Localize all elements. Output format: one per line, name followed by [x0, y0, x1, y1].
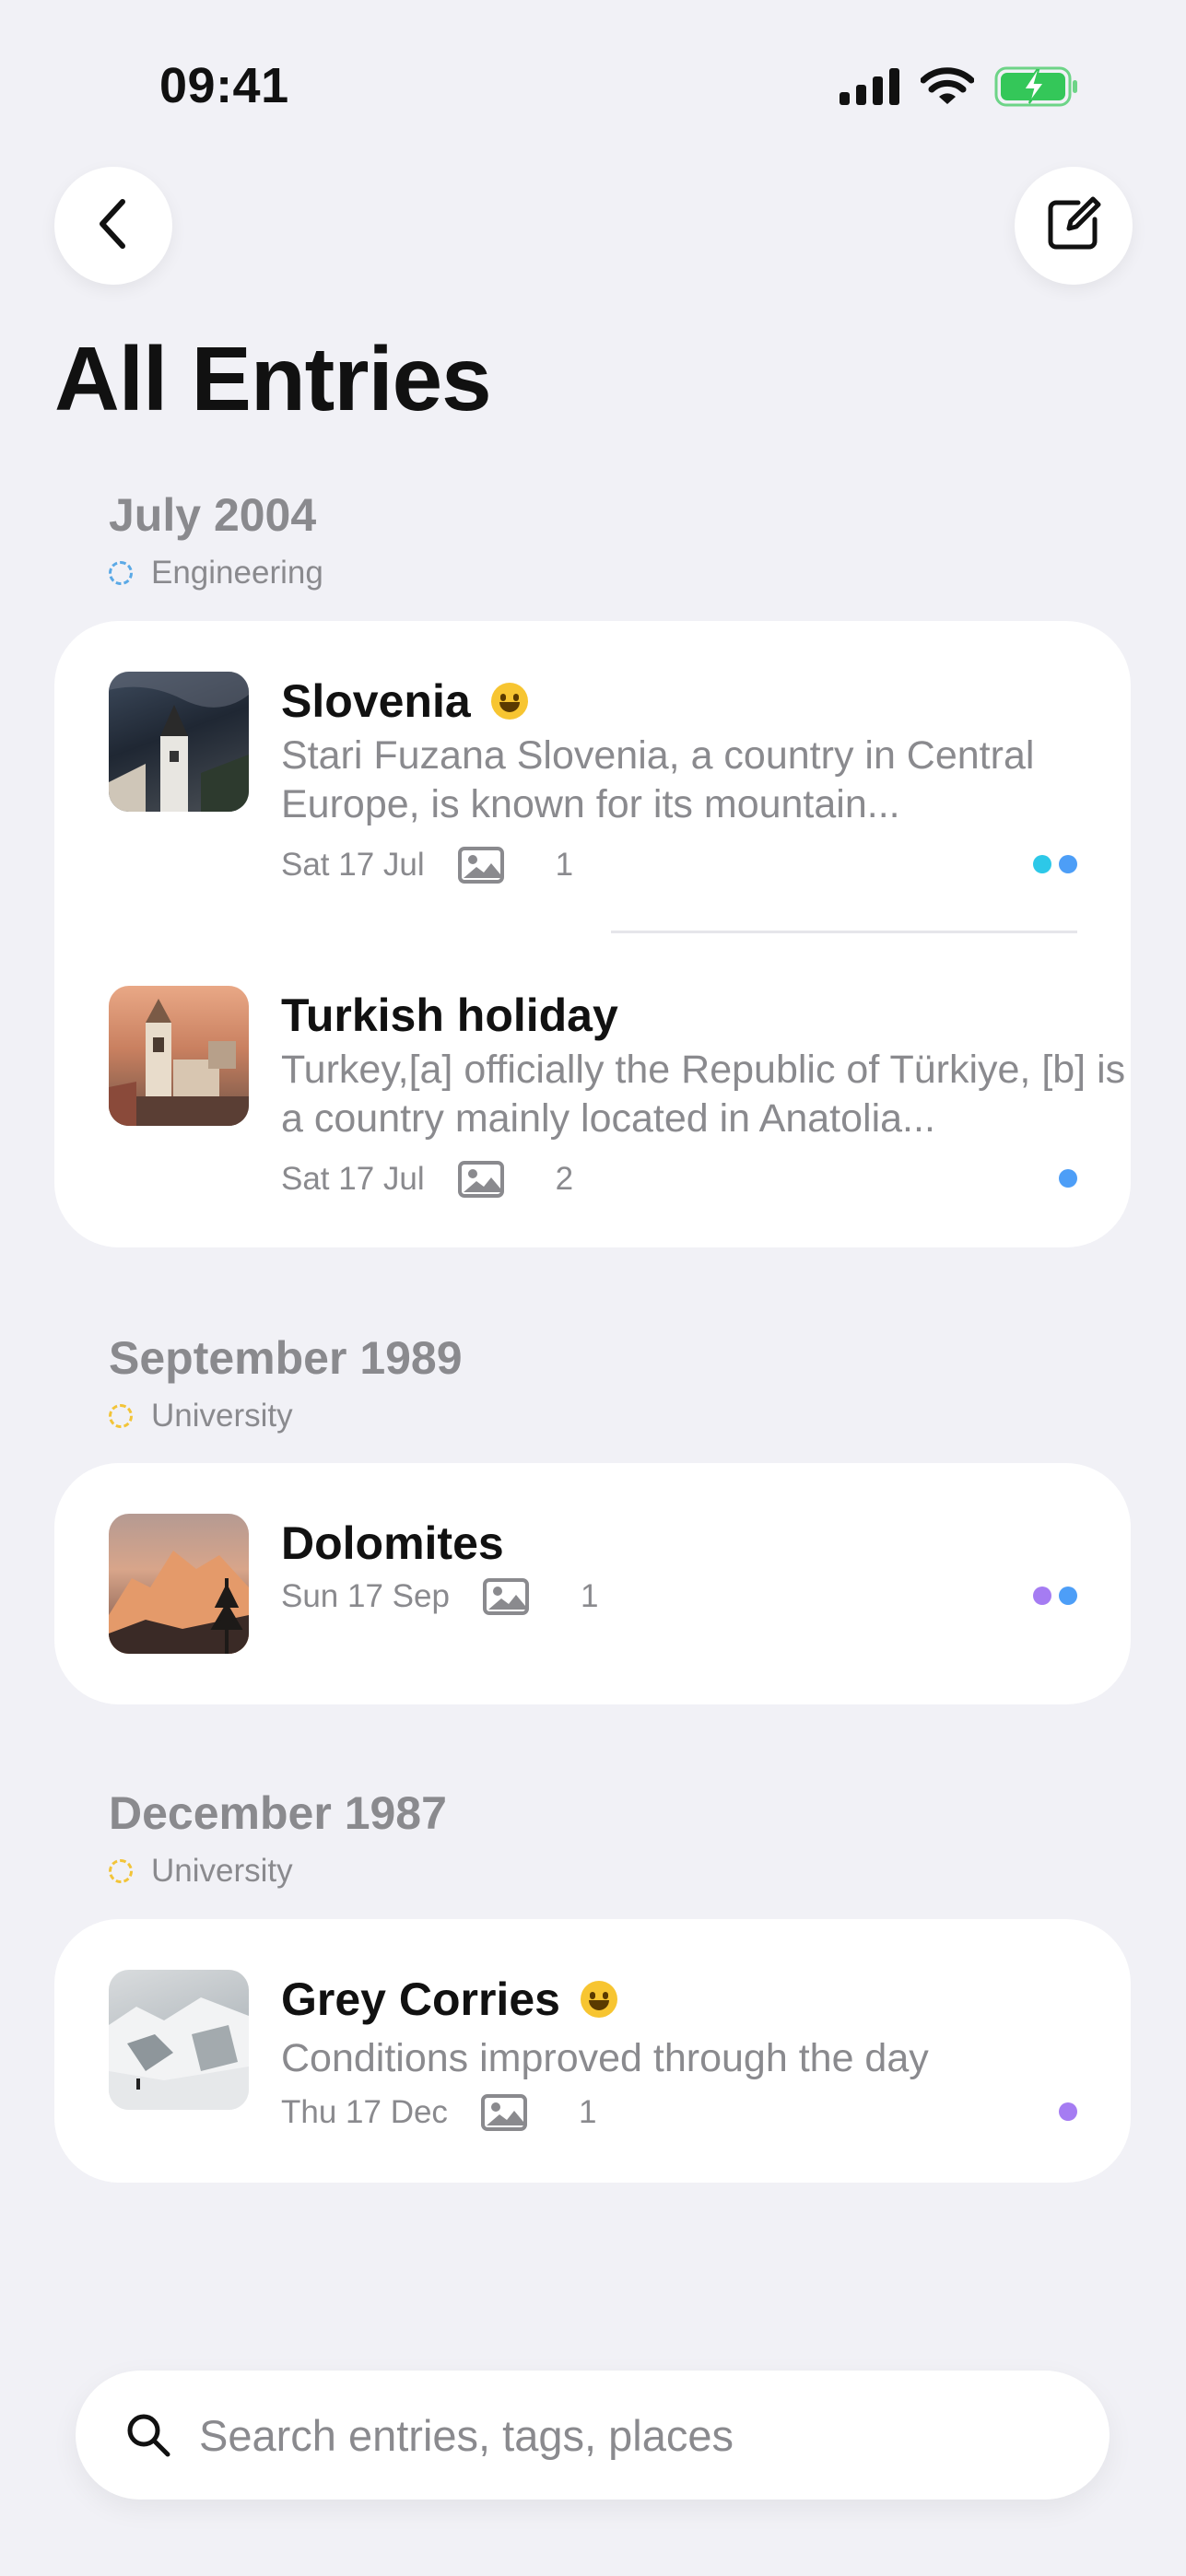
entry-meta: Sat 17 Jul 1 — [281, 847, 573, 884]
entries-card: Dolomites Sun 17 Sep 1 — [54, 1463, 1131, 1704]
entry-meta: Sat 17 Jul 2 — [281, 1161, 573, 1198]
group-month: July 2004 — [109, 489, 317, 541]
entries-card: Grey Corries Conditions improved through… — [54, 1919, 1131, 2183]
entry-thumbnail — [109, 1970, 249, 2110]
photo-count: 1 — [580, 1578, 599, 1614]
page-title: All Entries — [54, 328, 492, 429]
status-time: 09:41 — [159, 58, 289, 113]
entry-title: Grey Corries — [281, 1973, 560, 2025]
entries-card: Slovenia Stari Fuzana Slovenia, a countr… — [54, 621, 1131, 1247]
group-tag-label: University — [151, 1398, 293, 1434]
grinning-face-icon — [580, 1981, 617, 2018]
entry-thumbnail — [109, 1514, 249, 1654]
entry-title: Dolomites — [281, 1517, 504, 1569]
photo-icon — [457, 847, 504, 884]
compose-button[interactable] — [1015, 167, 1133, 285]
tag-dot — [1059, 855, 1077, 873]
status-icons — [840, 66, 1079, 111]
photo-count: 2 — [555, 1161, 574, 1197]
tag-ring-icon — [109, 1859, 133, 1883]
entry-date: Sat 17 Jul — [281, 847, 425, 883]
entry-title: Slovenia — [281, 675, 471, 727]
entry-title-row: Slovenia — [281, 674, 528, 728]
entry-thumbnail — [109, 986, 249, 1126]
group-tag-label: Engineering — [151, 555, 323, 591]
group-header: September 1989 University — [109, 1331, 463, 1434]
entry-title-row: Turkish holiday — [281, 989, 618, 1042]
tag-dots — [1033, 1587, 1077, 1605]
group-month: December 1987 — [109, 1787, 447, 1839]
group-tag[interactable]: Engineering — [109, 555, 323, 591]
photo-icon — [480, 2094, 527, 2131]
search-icon — [125, 2412, 171, 2458]
entry-snippet: Stari Fuzana Slovenia, a country in Cent… — [281, 733, 1035, 826]
group-tag-label: University — [151, 1853, 293, 1889]
entry-meta: Sun 17 Sep 1 — [281, 1578, 598, 1615]
tag-dot — [1059, 1587, 1077, 1605]
photo-icon — [457, 1161, 504, 1198]
entry-date: Sun 17 Sep — [281, 1578, 450, 1614]
entry-date: Thu 17 Dec — [281, 2094, 448, 2130]
wifi-icon — [920, 67, 975, 111]
tag-dot — [1059, 2102, 1077, 2121]
tag-dots — [1059, 1169, 1077, 1188]
tag-dots — [1059, 2102, 1077, 2121]
entry-meta: Thu 17 Dec 1 — [281, 2094, 596, 2131]
battery-charging-icon — [994, 66, 1079, 111]
divider — [611, 931, 1077, 933]
entry-title-row: Dolomites — [281, 1516, 504, 1570]
group-month: September 1989 — [109, 1332, 463, 1384]
tag-ring-icon — [109, 561, 133, 585]
chevron-left-icon — [91, 196, 135, 256]
group-header: December 1987 University — [109, 1786, 447, 1890]
group-tag[interactable]: University — [109, 1398, 463, 1434]
compose-icon — [1043, 193, 1104, 259]
back-button[interactable] — [54, 167, 172, 285]
entry-snippet: Conditions improved through the day — [281, 2036, 929, 2080]
grinning-face-icon — [490, 683, 528, 720]
tag-dot — [1033, 1587, 1051, 1605]
search-bar[interactable]: Search entries, tags, places — [76, 2371, 1110, 2500]
photo-count: 1 — [578, 2094, 597, 2130]
entry-snippet: Turkey,[a] officially the Republic of Tü… — [281, 1048, 1126, 1141]
group-tag[interactable]: University — [109, 1853, 447, 1890]
photo-count: 1 — [555, 847, 574, 883]
photo-icon — [482, 1578, 529, 1615]
tag-dot — [1033, 855, 1051, 873]
entry-thumbnail — [109, 672, 249, 812]
signal-icon — [840, 68, 900, 110]
entry-title: Turkish holiday — [281, 989, 618, 1041]
search-input[interactable]: Search entries, tags, places — [199, 2410, 734, 2461]
entry-date: Sat 17 Jul — [281, 1161, 425, 1197]
group-header: July 2004 Engineering — [109, 488, 323, 591]
tag-dots — [1033, 855, 1077, 873]
tag-dot — [1059, 1169, 1077, 1188]
tag-ring-icon — [109, 1404, 133, 1428]
entry-title-row: Grey Corries — [281, 1973, 617, 2026]
